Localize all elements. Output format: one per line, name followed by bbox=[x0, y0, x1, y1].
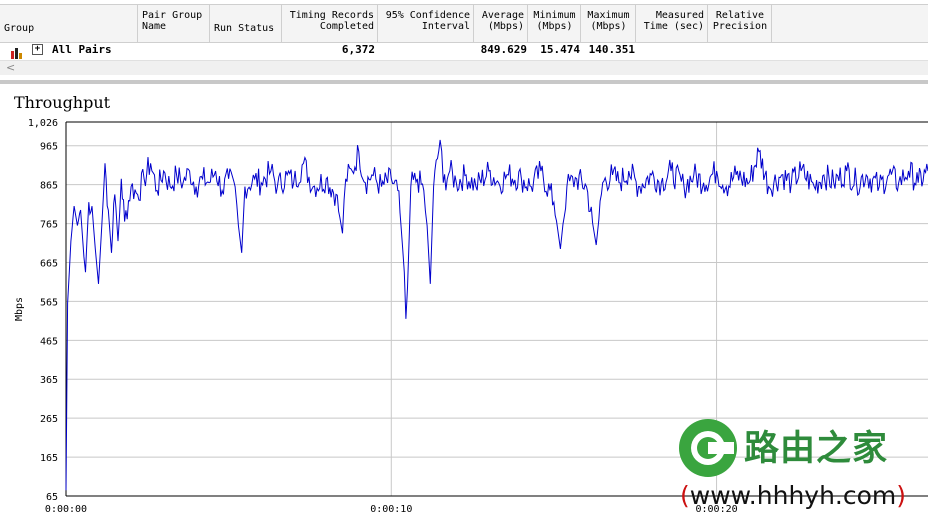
watermark-logo bbox=[678, 418, 738, 478]
watermark-url-text: www.hhhyh.com bbox=[689, 481, 897, 510]
y-tick-label: 165 bbox=[40, 453, 58, 464]
column-header-3[interactable]: Timing Records Completed bbox=[282, 5, 378, 42]
column-header-7[interactable]: Maximum (Mbps) bbox=[581, 5, 636, 42]
watermark-url: (www.hhhyh.com) bbox=[680, 481, 906, 510]
watermark-text: 路由之家 bbox=[744, 429, 889, 469]
bar-chart-icon bbox=[11, 44, 23, 59]
column-header-0[interactable]: Group bbox=[0, 5, 138, 42]
timing-records-cell: 6,372 bbox=[341, 43, 375, 56]
minimum-cell: 15.474 bbox=[540, 43, 580, 56]
y-axis-label: Mbps bbox=[14, 297, 25, 321]
maximum-cell: 140.351 bbox=[588, 43, 635, 56]
column-header-1[interactable]: Pair Group Name bbox=[138, 5, 210, 42]
column-header-5[interactable]: Average (Mbps) bbox=[474, 5, 528, 42]
y-tick-label: 465 bbox=[40, 336, 58, 347]
y-tick-label: 965 bbox=[40, 142, 58, 153]
watermark-paren-close: ) bbox=[896, 481, 907, 510]
scroll-left-icon[interactable]: < bbox=[6, 61, 15, 74]
horizontal-scrollbar[interactable]: < bbox=[0, 60, 928, 75]
y-tick-label: 665 bbox=[40, 258, 58, 269]
average-cell: 849.629 bbox=[480, 43, 527, 56]
x-tick-label: 0:00:00 bbox=[45, 504, 87, 515]
table-row[interactable]: + All Pairs 6,372 849.629 15.474 140.351 bbox=[0, 42, 928, 59]
column-header-2[interactable]: Run Status bbox=[210, 5, 282, 42]
watermark-paren-open: ( bbox=[680, 481, 690, 510]
column-header-4[interactable]: 95% Confidence Interval bbox=[378, 5, 474, 42]
column-header-9[interactable]: Relative Precision bbox=[708, 5, 772, 42]
y-tick-label: 365 bbox=[40, 375, 58, 386]
expand-button[interactable]: + bbox=[32, 44, 43, 55]
y-tick-label: 765 bbox=[40, 220, 58, 231]
y-tick-label: 1,026 bbox=[28, 118, 58, 129]
y-tick-label: 565 bbox=[40, 297, 58, 308]
table-header: Group Pair Group Name Run Status Timing Rec… bbox=[0, 4, 928, 43]
x-tick-label: 0:00:10 bbox=[370, 504, 412, 515]
column-header-8[interactable]: Measured Time (sec) bbox=[636, 5, 708, 42]
y-tick-label: 265 bbox=[40, 414, 58, 425]
y-tick-label: 865 bbox=[40, 181, 58, 192]
y-tick-label: 65 bbox=[46, 492, 58, 503]
results-table: Group Pair Group Name Run Status Timing Rec… bbox=[0, 0, 928, 76]
column-header-6[interactable]: Minimum (Mbps) bbox=[528, 5, 581, 42]
group-name-cell: All Pairs bbox=[52, 43, 112, 56]
